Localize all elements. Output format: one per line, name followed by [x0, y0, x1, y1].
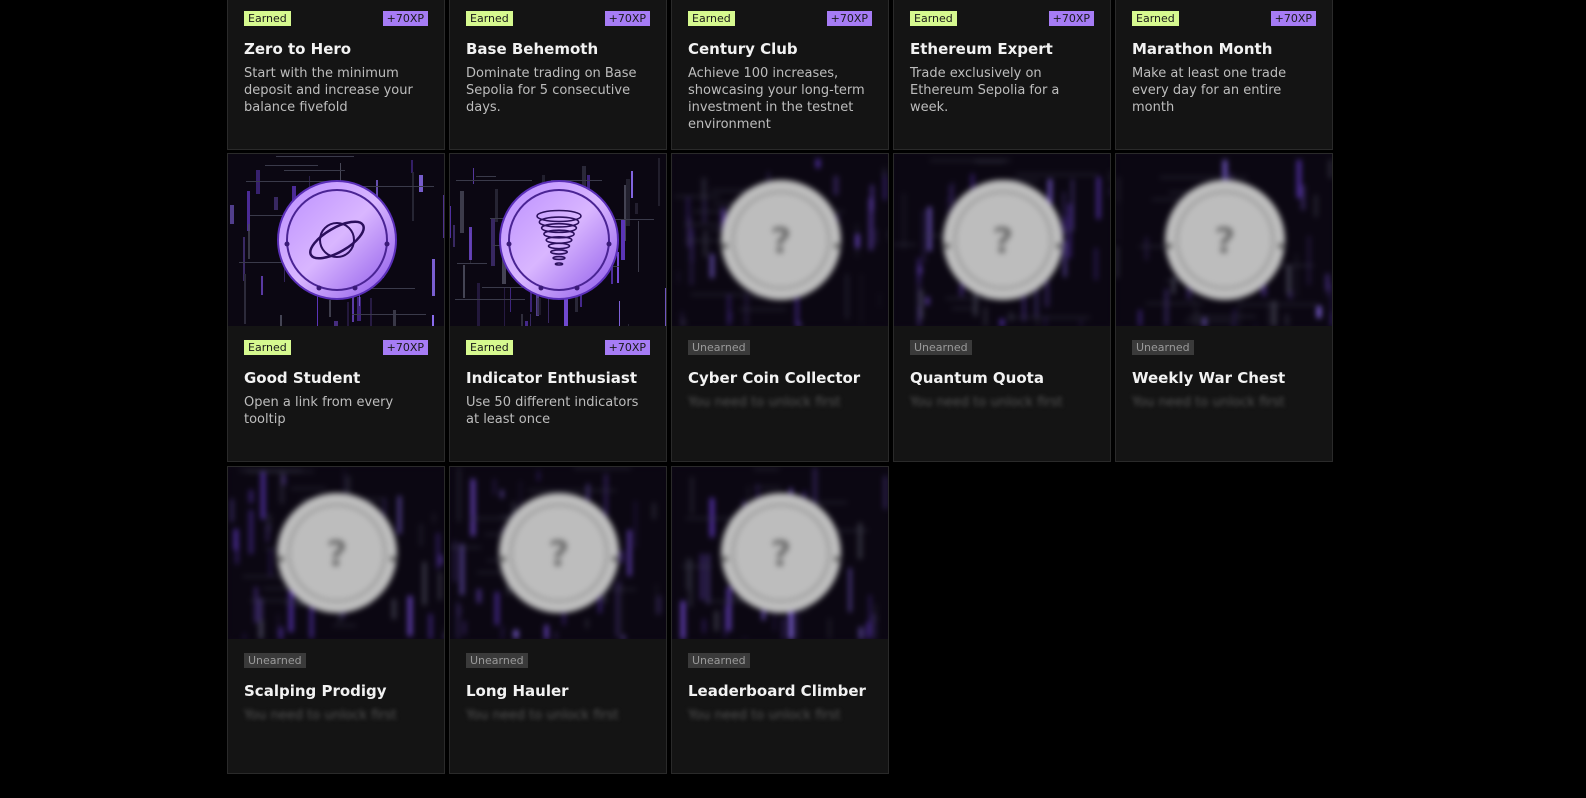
achievement-title: Scalping Prodigy [244, 682, 387, 700]
achievement-artwork: ? [672, 467, 888, 639]
achievement-title: Marathon Month [1132, 40, 1273, 58]
status-badge: Unearned [688, 653, 750, 668]
badge-row: Earned +70XP [910, 11, 1094, 26]
badge-row: Unearned [688, 653, 872, 668]
status-badge: Unearned [466, 653, 528, 668]
achievement-title: Cyber Coin Collector [688, 369, 861, 387]
badge-row: Earned +70XP [244, 11, 428, 26]
achievement-description: Trade exclusively on Ethereum Sepolia fo… [910, 66, 1060, 115]
status-badge: Unearned [244, 653, 306, 668]
badge-row: Earned +70XP [244, 340, 428, 355]
achievement-description: You need to unlock first [1132, 395, 1285, 410]
achievement-description: Open a link from every tooltip [244, 395, 394, 427]
question-coin-icon: ? [943, 180, 1063, 300]
achievement-title: Zero to Hero [244, 40, 352, 58]
xp-badge: +70XP [604, 11, 650, 26]
status-badge: Earned [1132, 11, 1179, 26]
achievement-description: Use 50 different indicators at least onc… [466, 395, 639, 427]
svg-text:?: ? [771, 534, 792, 575]
achievement-card-quantum-quota[interactable]: ? Unearned Quantum Quota You need to unlock… [893, 153, 1111, 462]
achievement-card-zero-to-hero[interactable]: Earned +70XP Zero to Hero Start with the mi… [227, 0, 445, 150]
achievement-title: Indicator Enthusiast [466, 369, 637, 387]
question-coin-icon: ? [499, 493, 619, 613]
badge-row: Earned +70XP [466, 11, 650, 26]
achievement-card-marathon-month[interactable]: Earned +70XP Marathon Month Make at least o… [1115, 0, 1333, 150]
status-badge: Earned [466, 340, 513, 355]
badge-row: Unearned [910, 340, 1094, 355]
achievement-card-cyber-coin-collector[interactable]: ? Unearned Cyber Coin Collector You need to… [671, 153, 889, 462]
achievement-title: Quantum Quota [910, 369, 1044, 387]
status-badge: Unearned [1132, 340, 1194, 355]
question-coin-icon: ? [721, 180, 841, 300]
badge-row: Unearned [1132, 340, 1316, 355]
svg-text:?: ? [549, 534, 570, 575]
achievement-description: You need to unlock first [466, 708, 619, 723]
achievement-title: Weekly War Chest [1132, 369, 1286, 387]
achievement-title: Leaderboard Climber [688, 682, 866, 700]
achievement-title: Century Club [688, 40, 798, 58]
svg-text:?: ? [327, 534, 348, 575]
question-coin-icon: ? [721, 493, 841, 613]
status-badge: Unearned [910, 340, 972, 355]
achievement-description: You need to unlock first [688, 395, 841, 410]
xp-badge: +70XP [382, 340, 428, 355]
achievement-title: Good Student [244, 369, 361, 387]
achievement-artwork: ? [228, 467, 444, 639]
achievement-artwork: ? [672, 154, 888, 326]
achievement-description: You need to unlock first [244, 708, 397, 723]
badge-row: Unearned [244, 653, 428, 668]
svg-text:?: ? [993, 221, 1014, 262]
achievement-card-good-student[interactable]: Earned +70XP Good Student Open a link from … [227, 153, 445, 462]
achievement-card-indicator-enthusiast[interactable]: Earned +70XP Indicator Enthusiast Use 50 di… [449, 153, 667, 462]
achievement-artwork: ? [450, 467, 666, 639]
xp-badge: +70XP [604, 340, 650, 355]
achievement-title: Long Hauler [466, 682, 569, 700]
xp-badge: +70XP [826, 11, 872, 26]
achievement-card-long-hauler[interactable]: ? Unearned Long Hauler You need to unlock f… [449, 466, 667, 774]
achievement-card-base-behemoth[interactable]: Earned +70XP Base Behemoth Dominate trading… [449, 0, 667, 150]
status-badge: Earned [244, 11, 291, 26]
achievement-card-scalping-prodigy[interactable]: ? Unearned Scalping Prodigy You need to unl… [227, 466, 445, 774]
achievement-card-century-club[interactable]: Earned +70XP Century Club Achieve 100 incre… [671, 0, 889, 150]
achievement-artwork [450, 154, 666, 326]
achievement-description: Achieve 100 increases, showcasing your l… [688, 66, 865, 132]
badge-row: Earned +70XP [1132, 11, 1316, 26]
achievements-page: { "achievements": [ {"badge": "Earned", … [0, 0, 1586, 798]
question-coin-icon: ? [277, 493, 397, 613]
badge-row: Unearned [466, 653, 650, 668]
achievement-description: You need to unlock first [688, 708, 841, 723]
orbit-coin-icon [277, 180, 397, 300]
achievement-title: Ethereum Expert [910, 40, 1053, 58]
achievement-description: You need to unlock first [910, 395, 1063, 410]
status-badge: Earned [244, 340, 291, 355]
status-badge: Earned [688, 11, 735, 26]
status-badge: Unearned [688, 340, 750, 355]
svg-text:?: ? [771, 221, 792, 262]
status-badge: Earned [466, 11, 513, 26]
xp-badge: +70XP [1270, 11, 1316, 26]
achievement-artwork: ? [894, 154, 1110, 326]
achievement-description: Dominate trading on Base Sepolia for 5 c… [466, 66, 637, 115]
achievement-title: Base Behemoth [466, 40, 599, 58]
funnel-coin-icon [499, 180, 619, 300]
achievement-artwork [228, 154, 444, 326]
xp-badge: +70XP [382, 11, 428, 26]
badge-row: Unearned [688, 340, 872, 355]
achievement-description: Make at least one trade every day for an… [1132, 66, 1287, 115]
achievement-artwork: ? [1116, 154, 1332, 326]
svg-text:?: ? [1215, 221, 1236, 262]
achievement-description: Start with the minimum deposit and incre… [244, 66, 413, 115]
question-coin-icon: ? [1165, 180, 1285, 300]
badge-row: Earned +70XP [466, 340, 650, 355]
status-badge: Earned [910, 11, 957, 26]
xp-badge: +70XP [1048, 11, 1094, 26]
badge-row: Earned +70XP [688, 11, 872, 26]
achievement-card-weekly-war-chest[interactable]: ? Unearned Weekly War Chest You need to unl… [1115, 153, 1333, 462]
achievement-card-leaderboard-climber[interactable]: ? Unearned Leaderboard Climber You need to … [671, 466, 889, 774]
achievement-card-ethereum-expert[interactable]: Earned +70XP Ethereum Expert Trade exclusiv… [893, 0, 1111, 150]
